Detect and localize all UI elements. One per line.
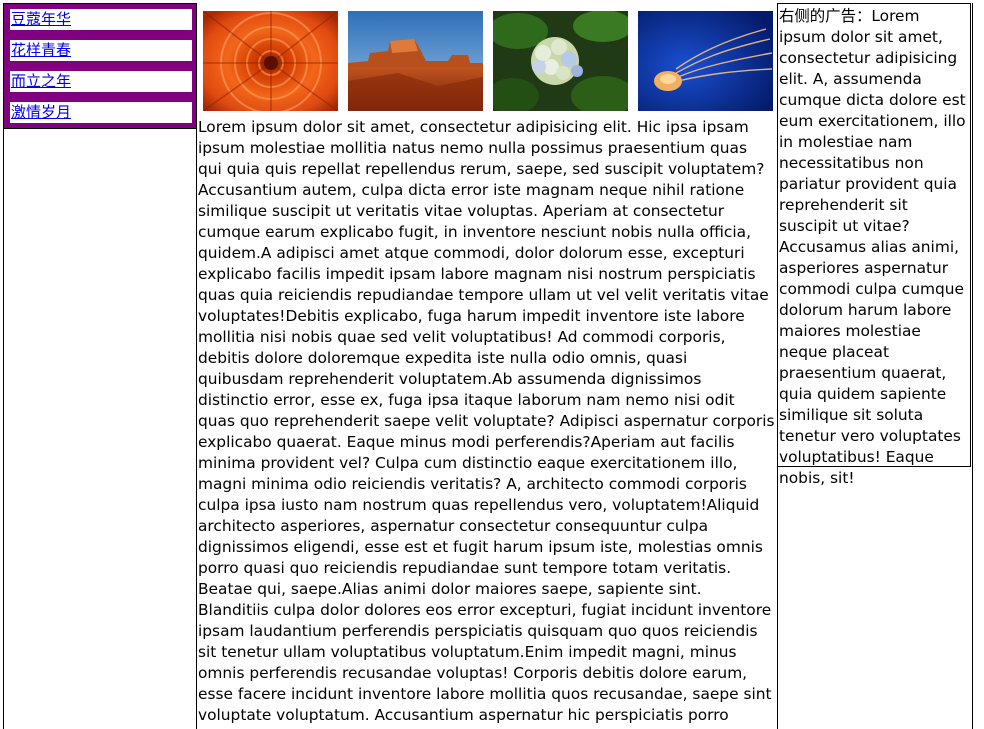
orange-flower-photo	[203, 11, 338, 111]
main-body-text: Lorem ipsum dolor sit amet, consectetur …	[198, 118, 775, 729]
sidebar-link-1[interactable]: 豆蔻年华	[10, 9, 192, 30]
sidebar-item-1: 豆蔻年华	[10, 9, 192, 30]
sidebar-link-2[interactable]: 花样青春	[10, 40, 192, 61]
sidebar-item-4: 激情岁月	[10, 102, 192, 123]
jellyfish-photo	[638, 11, 773, 111]
sidebar-item-2: 花样青春	[10, 40, 192, 61]
ad-box: 右侧的广告：Lorem ipsum dolor sit amet, consec…	[777, 3, 971, 487]
page: 豆蔻年华 花样青春 而立之年 激情岁月 Lorem ipsum dolor si…	[0, 0, 984, 729]
sidebar-item-3: 而立之年	[10, 71, 192, 92]
ad-text: 右侧的广告：Lorem ipsum dolor sit amet, consec…	[779, 7, 966, 487]
sidebar-link-3[interactable]: 而立之年	[10, 71, 192, 92]
hydrangea-photo	[493, 11, 628, 111]
photo-gallery	[203, 11, 773, 111]
desert-mesa-photo	[348, 11, 483, 111]
sidebar-link-4[interactable]: 激情岁月	[10, 102, 192, 123]
sidebar-nav: 豆蔻年华 花样青春 而立之年 激情岁月	[3, 3, 197, 129]
